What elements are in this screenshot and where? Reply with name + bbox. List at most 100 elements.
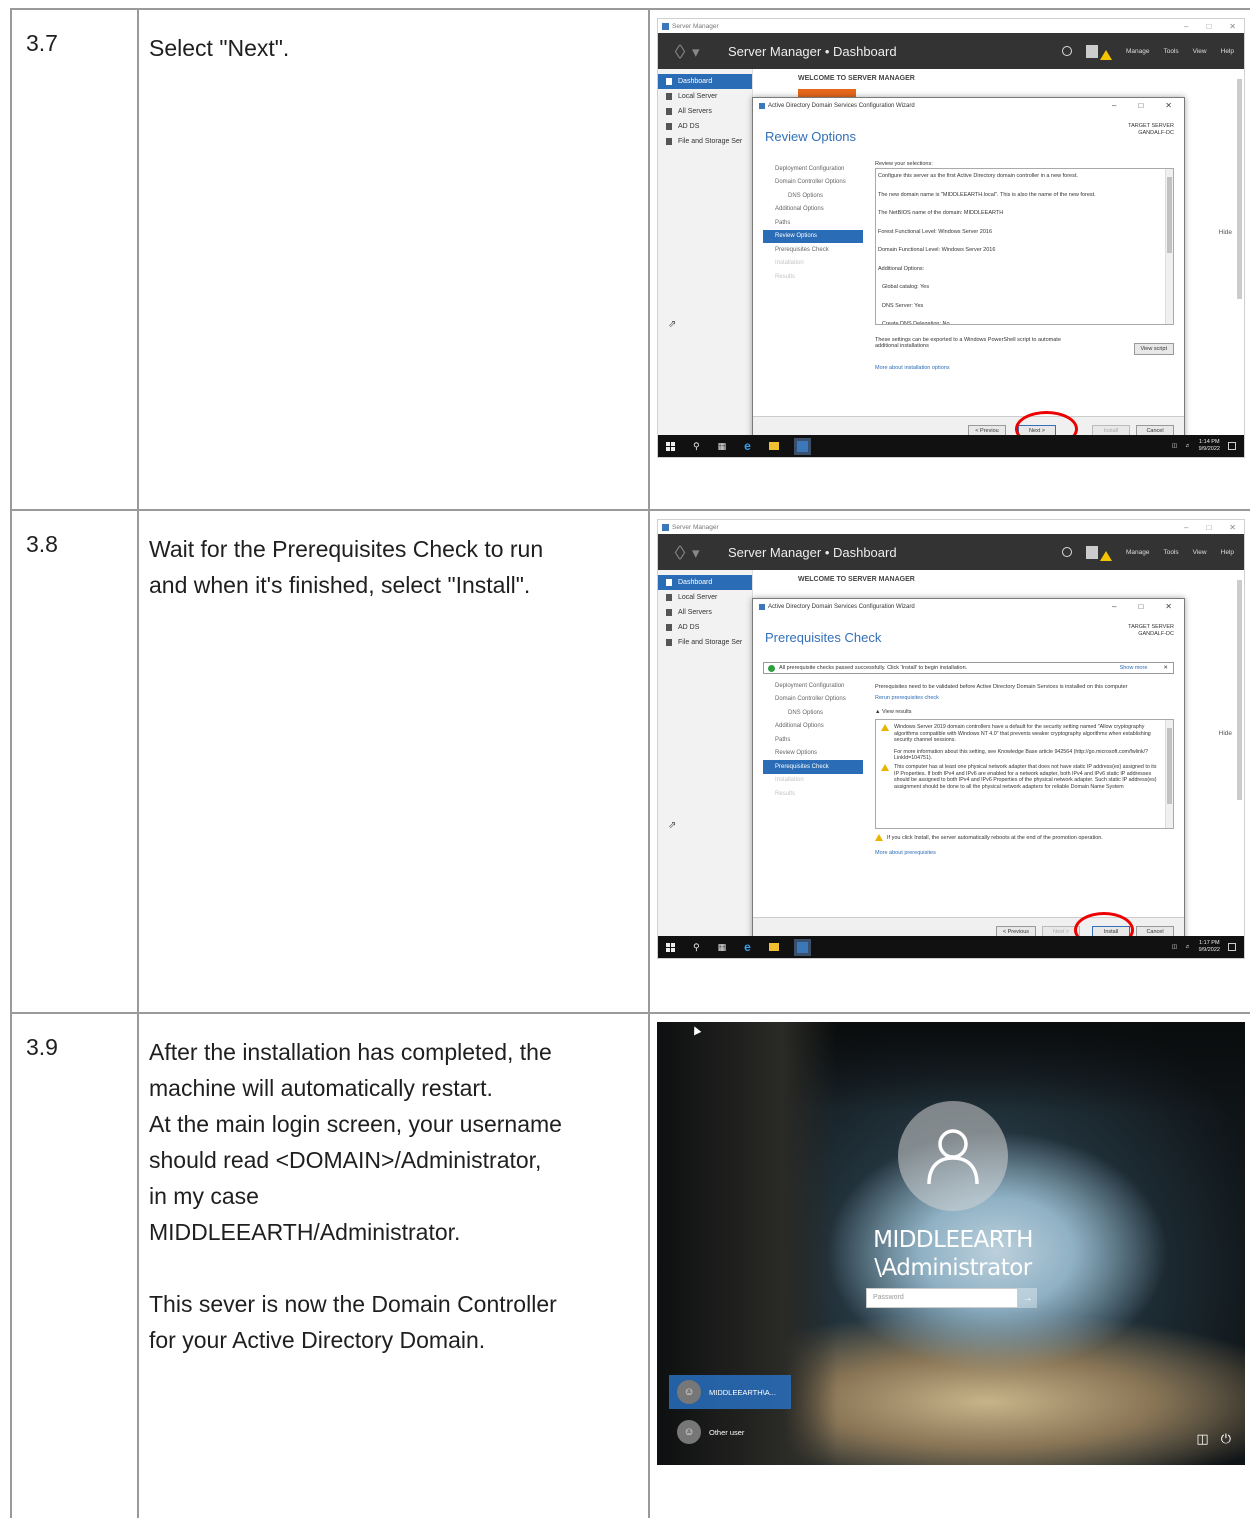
- close-icon[interactable]: ✕: [1229, 22, 1236, 31]
- menu-help[interactable]: Help: [1221, 48, 1234, 55]
- account-middleearth-administrator[interactable]: ☺ MIDDLEEARTH\A...: [669, 1375, 791, 1409]
- task-view-icon[interactable]: ▦: [718, 942, 727, 953]
- login-screenshot: MIDDLEEARTH \Administrator Password → ☺ …: [657, 1022, 1245, 1465]
- step-review-options[interactable]: Review Options: [763, 747, 863, 761]
- close-icon[interactable]: ✕: [1229, 523, 1236, 532]
- notification-flag-icon[interactable]: [1085, 545, 1098, 559]
- step-row: 3.8 Wait for the Prerequisites Check to …: [10, 509, 1250, 1014]
- results-scrollbar[interactable]: [1165, 720, 1173, 828]
- warning-icon: [1099, 50, 1112, 60]
- refresh-icon[interactable]: [1061, 46, 1072, 56]
- reboot-warning: If you click Install, the server automat…: [875, 834, 1174, 841]
- minimize-icon[interactable]: –: [1112, 602, 1116, 611]
- view-results-toggle[interactable]: ▲ View results: [875, 709, 1174, 715]
- start-icon[interactable]: [666, 942, 675, 952]
- minimize-icon[interactable]: –: [1112, 101, 1116, 110]
- network-icon[interactable]: ◫: [1172, 443, 1177, 449]
- clock[interactable]: 1:14 PM 9/9/2022: [1199, 439, 1220, 453]
- notification-flag-icon[interactable]: [1085, 44, 1098, 58]
- menu-view[interactable]: View: [1193, 549, 1207, 556]
- volume-icon[interactable]: ♬: [1185, 443, 1191, 449]
- volume-icon[interactable]: ♬: [1185, 944, 1191, 950]
- notification-center-icon[interactable]: [1228, 442, 1236, 450]
- internet-explorer-icon[interactable]: e: [744, 940, 751, 954]
- sidebar-item-ad-ds[interactable]: AD DS: [658, 620, 752, 635]
- start-icon[interactable]: [666, 441, 675, 451]
- search-icon[interactable]: ⚲: [693, 441, 700, 452]
- sidebar-item-all-servers[interactable]: All Servers: [658, 104, 752, 119]
- more-installation-options-link[interactable]: More about installation options: [875, 365, 1174, 371]
- sidebar-item-local-server[interactable]: Local Server: [658, 590, 752, 605]
- network-icon[interactable]: ◫: [1196, 1431, 1208, 1447]
- step-prerequisites-check[interactable]: Prerequisites Check: [763, 243, 863, 257]
- show-more-link[interactable]: Show more: [1120, 665, 1148, 671]
- clock[interactable]: 1:17 PM 9/9/2022: [1199, 940, 1220, 954]
- close-icon[interactable]: ✕: [1165, 101, 1172, 110]
- step-paths[interactable]: Paths: [763, 216, 863, 230]
- menu-tools[interactable]: Tools: [1163, 48, 1178, 55]
- menu-view[interactable]: View: [1193, 48, 1207, 55]
- submit-arrow-icon[interactable]: →: [1018, 1288, 1037, 1308]
- scrollbar[interactable]: [1237, 79, 1242, 299]
- file-explorer-icon[interactable]: [768, 943, 779, 951]
- sidebar-item-file-storage[interactable]: File and Storage Ser: [658, 635, 752, 650]
- back-forward-icon[interactable]: 〈〉▾: [658, 542, 728, 563]
- sidebar-item-dashboard[interactable]: Dashboard: [658, 575, 752, 590]
- maximize-icon[interactable]: □: [1138, 602, 1143, 611]
- step-dns-options[interactable]: DNS Options: [763, 706, 863, 720]
- step-installation: Installation: [775, 777, 804, 784]
- server-manager-taskbar-icon[interactable]: [793, 938, 811, 956]
- step-prerequisites-check[interactable]: Prerequisites Check: [763, 760, 863, 774]
- step-paths[interactable]: Paths: [763, 733, 863, 747]
- close-icon[interactable]: ✕: [1163, 665, 1168, 671]
- password-input[interactable]: Password: [866, 1288, 1018, 1308]
- back-forward-icon[interactable]: 〈〉▾: [658, 41, 728, 62]
- selection-item: Configure this server as the first Activ…: [878, 173, 1078, 179]
- selection-item: Global catalog: Yes: [882, 284, 930, 290]
- restore-icon[interactable]: □: [1206, 22, 1211, 31]
- close-icon[interactable]: ✕: [1165, 602, 1172, 611]
- review-scrollbar[interactable]: [1165, 169, 1173, 324]
- file-explorer-icon[interactable]: [768, 442, 779, 450]
- restore-icon[interactable]: □: [1206, 523, 1211, 532]
- hide-link[interactable]: Hide: [1219, 730, 1232, 737]
- menu-manage[interactable]: Manage: [1126, 48, 1150, 55]
- menu-tools[interactable]: Tools: [1163, 549, 1178, 556]
- internet-explorer-icon[interactable]: e: [744, 439, 751, 453]
- instructions-table: 3.7 Select "Next". Server Manager – □ ✕ 〈〉▾…: [10, 8, 1250, 1518]
- hide-link[interactable]: Hide: [1219, 229, 1232, 236]
- notification-center-icon[interactable]: [1228, 943, 1236, 951]
- sidebar-item-all-servers[interactable]: All Servers: [658, 605, 752, 620]
- search-icon[interactable]: ⚲: [693, 942, 700, 953]
- sidebar: Dashboard Local Server All Servers AD DS…: [658, 570, 753, 936]
- power-icon[interactable]: ⏻: [1221, 1431, 1231, 1447]
- scrollbar[interactable]: [1237, 580, 1242, 800]
- sidebar-item-dashboard[interactable]: Dashboard: [658, 74, 752, 89]
- network-icon[interactable]: ◫: [1172, 944, 1177, 950]
- step-additional-options[interactable]: Additional Options: [763, 203, 863, 217]
- mouse-cursor-icon: ⇗: [668, 820, 677, 831]
- rerun-prerequisites-link[interactable]: Rerun prerequisites check: [875, 695, 1174, 701]
- step-dns-options[interactable]: DNS Options: [763, 189, 863, 203]
- sidebar-item-ad-ds[interactable]: AD DS: [658, 119, 752, 134]
- sidebar-item-local-server[interactable]: Local Server: [658, 89, 752, 104]
- refresh-icon[interactable]: [1061, 547, 1072, 557]
- menu-help[interactable]: Help: [1221, 549, 1234, 556]
- server-icon: [666, 93, 672, 100]
- menu-manage[interactable]: Manage: [1126, 549, 1150, 556]
- step-additional-options[interactable]: Additional Options: [763, 720, 863, 734]
- server-manager-taskbar-icon[interactable]: [793, 437, 811, 455]
- maximize-icon[interactable]: □: [1138, 101, 1143, 110]
- step-deployment-configuration[interactable]: Deployment Configuration: [763, 679, 863, 693]
- more-prerequisites-link[interactable]: More about prerequisites: [875, 850, 1174, 856]
- step-review-options[interactable]: Review Options: [763, 229, 863, 243]
- step-domain-controller-options[interactable]: Domain Controller Options: [763, 176, 863, 190]
- step-deployment-configuration[interactable]: Deployment Configuration: [763, 162, 863, 176]
- task-view-icon[interactable]: ▦: [718, 441, 727, 452]
- step-domain-controller-options[interactable]: Domain Controller Options: [763, 693, 863, 707]
- view-script-button[interactable]: View script: [1133, 343, 1174, 355]
- minimize-icon[interactable]: –: [1184, 22, 1188, 31]
- account-other-user[interactable]: ☺ Other user: [669, 1415, 791, 1449]
- minimize-icon[interactable]: –: [1184, 523, 1188, 532]
- sidebar-item-file-storage[interactable]: File and Storage Ser: [658, 134, 752, 149]
